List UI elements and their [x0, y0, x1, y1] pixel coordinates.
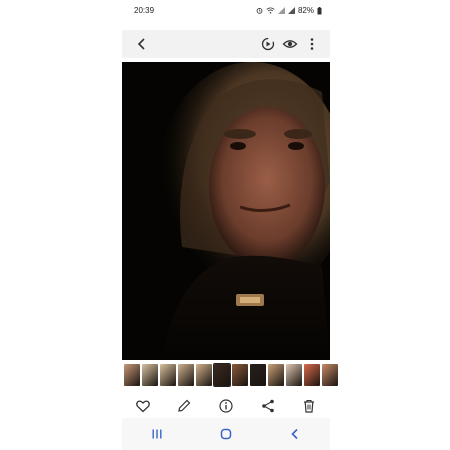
info-icon[interactable]: [218, 398, 234, 414]
signal-icon: [287, 7, 295, 14]
battery-text: 82%: [297, 6, 314, 15]
gallery-thumbnail[interactable]: [178, 364, 194, 386]
phone-screen: 20:39 82%: [122, 0, 338, 450]
gallery-thumbnail[interactable]: [286, 364, 302, 386]
status-time: 20:39: [134, 6, 155, 15]
delete-icon[interactable]: [301, 398, 317, 414]
back-icon[interactable]: [288, 427, 302, 441]
more-vertical-icon[interactable]: [304, 36, 320, 52]
system-nav-bar: [122, 418, 330, 450]
main-photo[interactable]: [122, 62, 330, 360]
viewer-top-bar: [122, 30, 330, 58]
thumbnail-strip: [122, 363, 338, 387]
motion-photo-icon[interactable]: [260, 36, 276, 52]
gallery-thumbnail[interactable]: [124, 364, 140, 386]
battery-icon: [317, 6, 322, 14]
home-icon[interactable]: [219, 427, 233, 441]
chevron-left-icon[interactable]: [134, 36, 150, 52]
photo-viewer-image: [122, 62, 330, 360]
status-bar: 20:39 82%: [122, 0, 330, 20]
alarm-icon: [256, 7, 263, 14]
gallery-thumbnail[interactable]: [213, 363, 231, 387]
signal-icon: [277, 7, 285, 14]
gallery-thumbnail[interactable]: [250, 364, 266, 386]
wifi-icon: [266, 7, 275, 14]
gallery-thumbnail[interactable]: [268, 364, 284, 386]
gallery-thumbnail[interactable]: [304, 364, 320, 386]
gallery-thumbnail[interactable]: [322, 364, 338, 386]
heart-icon[interactable]: [135, 398, 151, 414]
action-bar: [122, 395, 330, 417]
edit-icon[interactable]: [176, 398, 192, 414]
gallery-thumbnail[interactable]: [232, 364, 248, 386]
share-icon[interactable]: [260, 398, 276, 414]
gallery-thumbnail[interactable]: [160, 364, 176, 386]
recents-icon[interactable]: [150, 427, 164, 441]
gallery-thumbnail[interactable]: [196, 364, 212, 386]
status-icons: 82%: [256, 6, 322, 15]
gallery-thumbnail[interactable]: [142, 364, 158, 386]
eye-icon[interactable]: [282, 36, 298, 52]
